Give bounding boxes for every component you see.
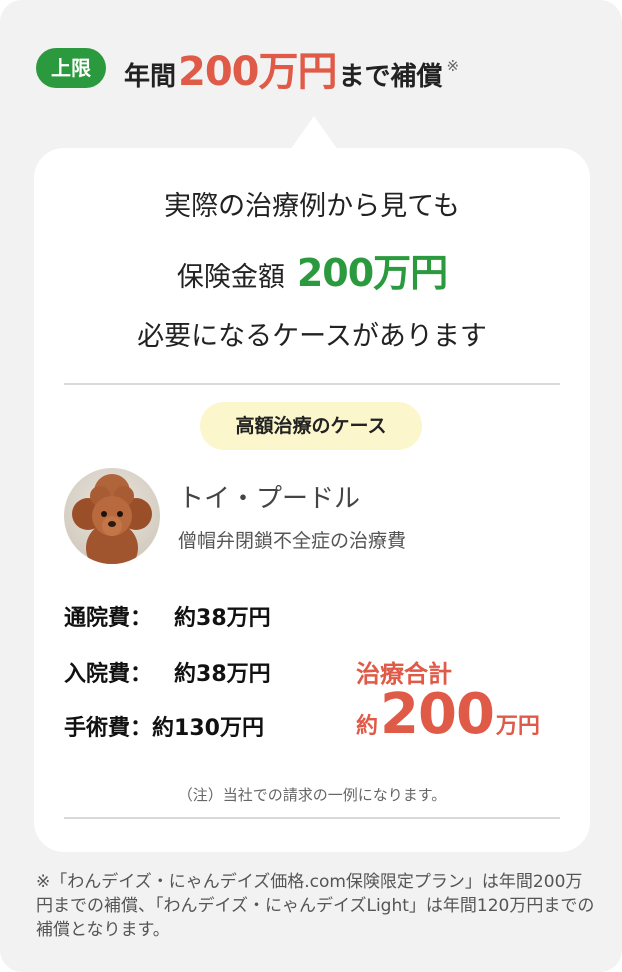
cost-row-surgery: 手術費：約130万円 bbox=[64, 710, 264, 742]
disclaimer-text: ※「わんデイズ・にゃんデイズ価格.com保険限定プラン」は年間200万円までの補… bbox=[36, 872, 595, 940]
intro-line-3: 必要になるケースがあります bbox=[137, 321, 487, 352]
total-number: 200 bbox=[380, 682, 495, 747]
cost-label: 入院費： bbox=[64, 662, 153, 687]
case-pill: 高額治療のケース bbox=[200, 402, 422, 450]
case-footnote: （注）当社での請求の一例になります。 bbox=[177, 786, 447, 804]
cost-label: 手術費： bbox=[64, 716, 153, 741]
header-title: 年間 200万円 まで補償 ※ bbox=[124, 39, 459, 97]
total-unit: 万円 bbox=[495, 714, 540, 739]
total-prefix: 約 bbox=[356, 714, 379, 739]
total-value: 約 200 万円 bbox=[356, 682, 540, 747]
intro-line-2: 保険金額 200万円 bbox=[34, 242, 590, 297]
divider-top bbox=[64, 383, 560, 385]
cost-value: 約38万円 bbox=[174, 662, 271, 687]
limit-badge: 上限 bbox=[36, 48, 106, 88]
header-row: 上限 年間 200万円 まで補償 ※ bbox=[36, 38, 459, 98]
intro-line-1: 実際の治療例から見ても bbox=[164, 191, 460, 222]
cost-row-outpatient: 通院費： 約38万円 bbox=[64, 600, 271, 632]
dog-condition: 僧帽弁閉鎖不全症の治療費 bbox=[178, 530, 407, 552]
dog-breed: トイ・プードル bbox=[178, 484, 361, 514]
cost-label: 通院費： bbox=[64, 606, 153, 631]
divider-bottom bbox=[64, 817, 560, 819]
header-prefix: 年間 bbox=[124, 62, 177, 92]
cost-value: 約38万円 bbox=[174, 606, 271, 631]
header-suffix: まで補償 bbox=[338, 62, 443, 92]
bubble-pointer bbox=[290, 116, 338, 150]
cost-value: 約130万円 bbox=[152, 716, 264, 741]
coverage-panel: 上限 年間 200万円 まで補償 ※ 実際の治療例から見ても 保険金額 200万… bbox=[0, 0, 622, 972]
header-amount: 200万円 bbox=[178, 49, 337, 95]
poodle-image-icon bbox=[64, 468, 160, 564]
intro-amount-label: 保険金額 bbox=[176, 262, 285, 293]
case-bubble: 実際の治療例から見ても 保険金額 200万円 必要になるケースがあります 高額治… bbox=[34, 148, 590, 852]
intro-amount: 200万円 bbox=[296, 251, 448, 295]
header-note-mark: ※ bbox=[446, 57, 460, 75]
poodle-avatar bbox=[64, 468, 160, 564]
cost-row-inpatient: 入院費： 約38万円 bbox=[64, 656, 271, 688]
